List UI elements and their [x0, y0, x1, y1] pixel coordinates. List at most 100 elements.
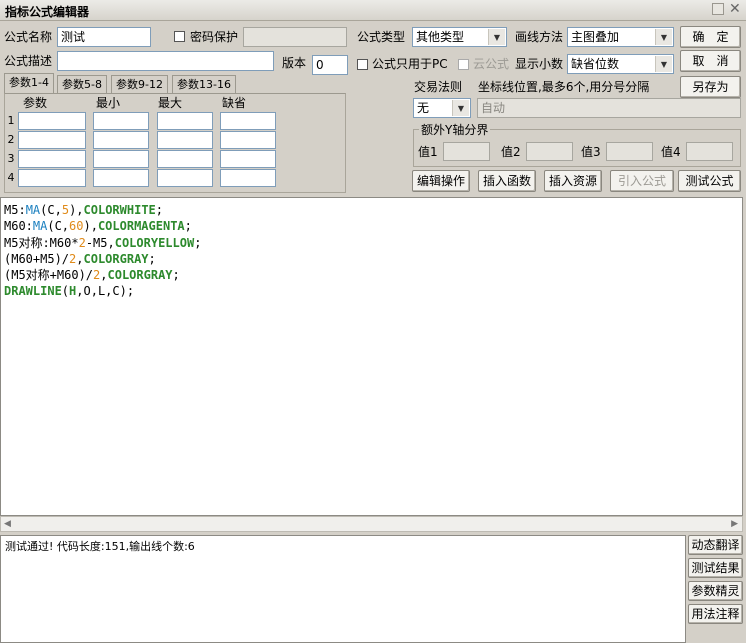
code-hscrollbar[interactable]: ◀ ▶	[0, 516, 743, 532]
param-cell[interactable]	[93, 169, 149, 187]
code-token: COLORWHITE	[83, 203, 156, 217]
code-line: M5:MA(C,5),COLORWHITE;	[4, 202, 739, 218]
window-title: 指标公式编辑器	[5, 5, 90, 19]
code-token: MA	[25, 203, 41, 217]
tab-params-1-4[interactable]: 参数1-4	[4, 73, 54, 94]
code-token: COLORMAGENTA	[97, 219, 185, 234]
cloud-label: 云公式	[473, 57, 510, 71]
draw-method-value: 主图叠加	[571, 30, 620, 44]
param-cell[interactable]	[18, 150, 86, 168]
code-token: ,	[100, 268, 108, 283]
code-line: (M5对称+M60)/2,COLORGRAY;	[4, 267, 739, 283]
param-row-number: 3	[7, 152, 15, 165]
code-token: -M5,	[85, 235, 115, 250]
code-token: ;	[184, 219, 192, 234]
code-token: M60:	[4, 219, 33, 234]
code-token: ;	[155, 203, 163, 217]
cloud-checkbox[interactable]	[458, 59, 469, 70]
close-icon[interactable]: ✕	[729, 1, 741, 17]
param-cell[interactable]	[18, 131, 86, 149]
param-cell[interactable]	[220, 150, 276, 168]
save-as-button[interactable]: 另存为	[680, 76, 741, 98]
code-line: (M60+M5)/2,COLORGRAY;	[4, 251, 739, 267]
param-cell[interactable]	[157, 150, 213, 168]
chevron-down-icon: ▼	[452, 100, 469, 116]
code-token: 5	[61, 203, 70, 217]
yaxis-input-2[interactable]	[526, 142, 573, 161]
tab-params-9-12[interactable]: 参数9-12	[111, 75, 168, 93]
code-token: MA	[32, 219, 48, 234]
code-token: COLORGRAY	[107, 268, 173, 283]
param-cell[interactable]	[157, 131, 213, 149]
test-result-button[interactable]: 测试结果	[688, 558, 743, 578]
code-token: 60	[69, 219, 84, 234]
param-row-number: 4	[7, 171, 15, 184]
draw-method-label: 画线方法	[515, 30, 564, 44]
password-input[interactable]	[243, 27, 347, 47]
formula-desc-input[interactable]	[57, 51, 274, 71]
title-bar: 指标公式编辑器 ✕	[0, 0, 746, 21]
code-token: COLORYELLOW	[114, 235, 195, 250]
dynamic-translate-button[interactable]: 动态翻译	[688, 535, 743, 555]
trade-rule-label: 交易法则	[414, 80, 463, 94]
tab-params-5-8[interactable]: 参数5-8	[57, 75, 107, 93]
param-cell[interactable]	[220, 169, 276, 187]
pc-only-checkbox[interactable]	[357, 59, 368, 70]
param-cell[interactable]	[220, 131, 276, 149]
ok-button[interactable]: 确 定	[680, 26, 741, 48]
chevron-down-icon: ▼	[655, 56, 672, 72]
scroll-right-icon[interactable]: ▶	[731, 517, 738, 531]
param-cell[interactable]	[93, 112, 149, 130]
edit-ops-button[interactable]: 编辑操作	[412, 170, 470, 192]
version-input[interactable]: 0	[312, 55, 348, 75]
decimals-select[interactable]: 缺省位数 ▼	[567, 54, 674, 74]
formula-name-input[interactable]: 测试	[57, 27, 151, 47]
trade-rule-select[interactable]: 无 ▼	[413, 98, 471, 118]
decimals-value: 缺省位数	[571, 57, 620, 71]
maximize-icon[interactable]	[712, 3, 724, 15]
param-wizard-button[interactable]: 参数精灵	[688, 581, 743, 601]
param-cell[interactable]	[93, 131, 149, 149]
insert-resource-button[interactable]: 插入资源	[544, 170, 602, 192]
formula-type-select[interactable]: 其他类型 ▼	[412, 27, 507, 47]
code-editor[interactable]: M5:MA(C,5),COLORWHITE; M60:MA(C,60),COLOR…	[0, 197, 743, 516]
yaxis-input-3[interactable]	[606, 142, 653, 161]
password-checkbox[interactable]	[174, 31, 185, 42]
param-cell[interactable]	[157, 169, 213, 187]
param-cell[interactable]	[18, 112, 86, 130]
param-cell[interactable]	[18, 169, 86, 187]
yaxis-label-3: 值3	[581, 145, 601, 159]
coord-label: 坐标线位置,最多6个,用分号分隔	[478, 80, 650, 94]
code-token: COLORGRAY	[83, 251, 149, 266]
code-token: (M60+M5)/	[4, 251, 70, 266]
decimals-label: 显示小数	[515, 57, 564, 71]
yaxis-input-4[interactable]	[686, 142, 733, 161]
code-token: ),	[69, 203, 84, 217]
yaxis-input-1[interactable]	[443, 142, 490, 161]
code-token: (M5对称+M60)/	[4, 268, 94, 283]
draw-method-select[interactable]: 主图叠加 ▼	[567, 27, 674, 47]
param-cell[interactable]	[93, 150, 149, 168]
cancel-button[interactable]: 取 消	[680, 50, 741, 72]
code-token: ,	[76, 251, 84, 266]
chevron-down-icon: ▼	[488, 29, 505, 45]
output-panel: 测试通过! 代码长度:151,输出线个数:6	[0, 535, 686, 643]
tab-params-13-16[interactable]: 参数13-16	[172, 75, 236, 93]
code-line: DRAWLINE(H,O,L,C);	[4, 283, 739, 299]
version-label: 版本	[282, 56, 307, 70]
import-formula-button[interactable]: 引入公式	[610, 170, 674, 192]
param-cell[interactable]	[157, 112, 213, 130]
code-token: (C,	[40, 203, 62, 217]
chevron-down-icon: ▼	[655, 29, 672, 45]
trade-rule-value: 无	[417, 101, 430, 115]
yaxis-group-title: 额外Y轴分界	[419, 121, 491, 139]
scroll-left-icon[interactable]: ◀	[4, 517, 11, 531]
test-formula-button[interactable]: 测试公式	[678, 170, 741, 192]
param-cell[interactable]	[220, 112, 276, 130]
usage-notes-button[interactable]: 用法注释	[688, 604, 743, 624]
password-label: 密码保护	[190, 30, 239, 44]
coord-input[interactable]: 自动	[477, 98, 741, 118]
insert-function-button[interactable]: 插入函数	[478, 170, 536, 192]
code-token: 2	[78, 235, 86, 250]
formula-desc-label: 公式描述	[4, 54, 53, 68]
